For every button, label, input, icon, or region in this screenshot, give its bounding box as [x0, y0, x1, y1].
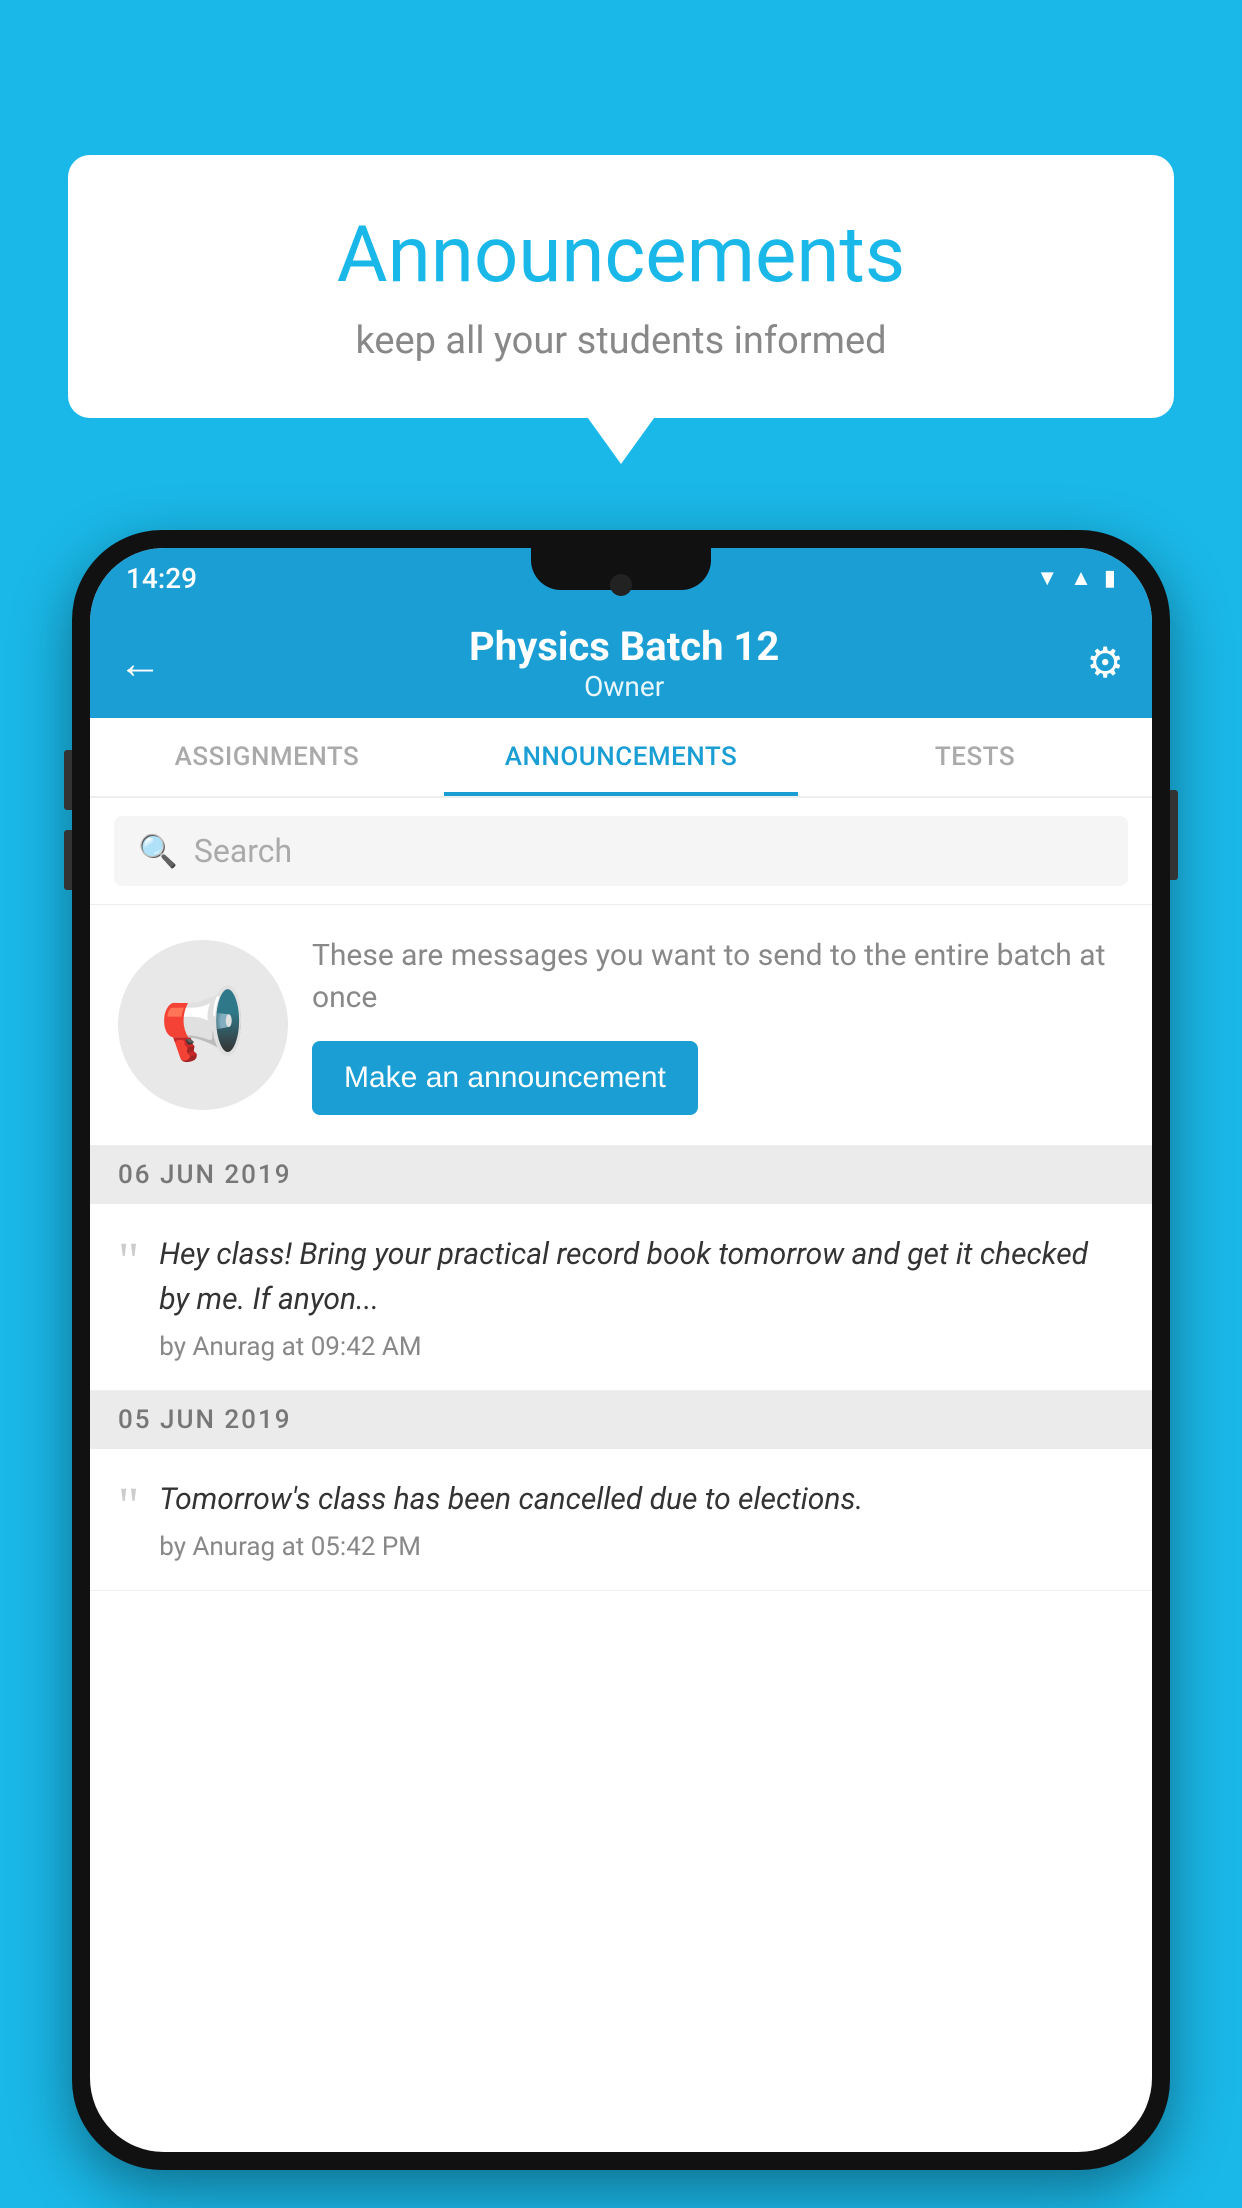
speech-bubble-title: Announcements: [128, 210, 1114, 301]
volume-down-button: [64, 830, 72, 890]
promo-icon-circle: 📢: [118, 940, 288, 1110]
announcement-text-2: Tomorrow's class has been cancelled due …: [159, 1477, 1124, 1522]
app-bar-title: Physics Batch 12: [162, 623, 1086, 670]
volume-up-button: [64, 750, 72, 810]
app-bar: ← Physics Batch 12 Owner ⚙: [90, 608, 1152, 718]
announcement-content-2: Tomorrow's class has been cancelled due …: [159, 1477, 1124, 1562]
tab-tests[interactable]: TESTS: [798, 718, 1152, 796]
promo-description: These are messages you want to send to t…: [312, 935, 1124, 1019]
speech-bubble-container: Announcements keep all your students inf…: [68, 155, 1174, 418]
tab-announcements[interactable]: ANNOUNCEMENTS: [444, 718, 798, 796]
front-camera: [610, 574, 632, 596]
quote-icon-1: ": [118, 1236, 139, 1288]
announcement-item-1: " Hey class! Bring your practical record…: [90, 1204, 1152, 1391]
search-input[interactable]: Search: [194, 832, 292, 870]
search-container: 🔍 Search: [90, 798, 1152, 905]
make-announcement-button[interactable]: Make an announcement: [312, 1041, 698, 1115]
phone-screen: 14:29 ▼ ▲ ▮ ← Physics Batch 12 Owner ⚙: [90, 548, 1152, 2152]
phone-outer: 14:29 ▼ ▲ ▮ ← Physics Batch 12 Owner ⚙: [72, 530, 1170, 2170]
speech-bubble-subtitle: keep all your students informed: [128, 319, 1114, 363]
megaphone-icon: 📢: [159, 984, 246, 1066]
announcement-meta-1: by Anurag at 09:42 AM: [159, 1332, 1124, 1362]
tabs-bar: ASSIGNMENTS ANNOUNCEMENTS TESTS: [90, 718, 1152, 798]
search-bar[interactable]: 🔍 Search: [114, 816, 1128, 886]
app-bar-center: Physics Batch 12 Owner: [162, 623, 1086, 703]
power-button: [1170, 790, 1178, 880]
announcement-content-1: Hey class! Bring your practical record b…: [159, 1232, 1124, 1362]
date-divider-1: 06 JUN 2019: [90, 1146, 1152, 1204]
phone-mockup: 14:29 ▼ ▲ ▮ ← Physics Batch 12 Owner ⚙: [72, 530, 1170, 2170]
app-bar-subtitle: Owner: [162, 670, 1086, 703]
status-icons: ▼ ▲ ▮: [1036, 565, 1116, 591]
announcement-meta-2: by Anurag at 05:42 PM: [159, 1532, 1124, 1562]
status-time: 14:29: [126, 562, 197, 595]
battery-icon: ▮: [1104, 566, 1116, 591]
tab-assignments[interactable]: ASSIGNMENTS: [90, 718, 444, 796]
promo-section: 📢 These are messages you want to send to…: [90, 905, 1152, 1146]
wifi-icon: ▼: [1036, 565, 1058, 591]
quote-icon-2: ": [118, 1481, 139, 1533]
search-icon: 🔍: [138, 832, 178, 870]
announcement-item-2: " Tomorrow's class has been cancelled du…: [90, 1449, 1152, 1591]
signal-icon: ▲: [1070, 565, 1092, 591]
speech-bubble: Announcements keep all your students inf…: [68, 155, 1174, 418]
back-button[interactable]: ←: [118, 637, 162, 689]
announcement-text-1: Hey class! Bring your practical record b…: [159, 1232, 1124, 1322]
date-divider-2: 05 JUN 2019: [90, 1391, 1152, 1449]
settings-icon[interactable]: ⚙: [1086, 638, 1124, 688]
promo-content: These are messages you want to send to t…: [312, 935, 1124, 1115]
phone-notch: [531, 548, 711, 590]
